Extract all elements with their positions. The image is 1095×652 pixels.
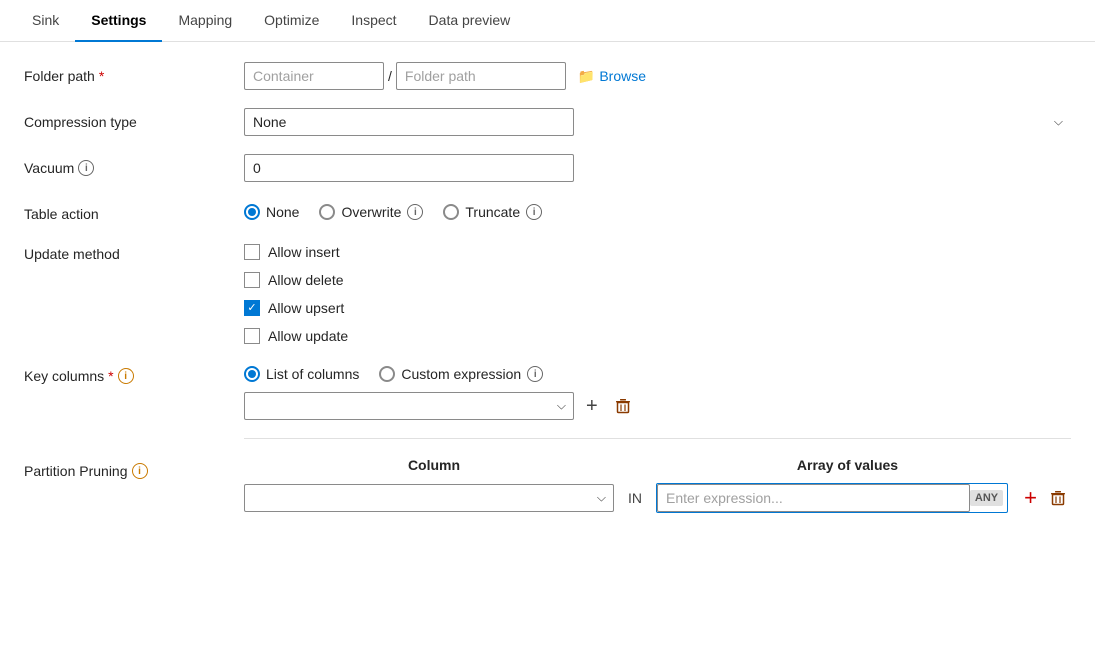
tab-data-preview[interactable]: Data preview: [413, 0, 527, 42]
chevron-down-icon: ⌵: [1054, 115, 1063, 130]
key-columns-radio-group: List of columns Custom expression i: [244, 362, 1071, 382]
compression-type-select[interactable]: None Gzip Bzip2 Deflate ZipDeflate Snapp…: [244, 108, 574, 136]
tab-sink[interactable]: Sink: [16, 0, 75, 42]
allow-delete-box: [244, 272, 260, 288]
table-action-none[interactable]: None: [244, 204, 299, 220]
add-key-column-button[interactable]: +: [582, 393, 602, 420]
truncate-info-icon: i: [526, 204, 542, 220]
folder-path-label: Folder path *: [24, 62, 244, 84]
radio-list-circle: [244, 366, 260, 382]
vacuum-row: Vacuum i: [24, 154, 1071, 182]
trash-icon: [614, 397, 632, 415]
tab-optimize[interactable]: Optimize: [248, 0, 335, 42]
key-columns-info-icon: i: [118, 368, 134, 384]
settings-content: Folder path * / 📁 Browse Compression typ…: [0, 42, 1095, 551]
overwrite-info-icon: i: [407, 204, 423, 220]
partition-trash-icon: [1049, 489, 1067, 507]
tab-bar: Sink Settings Mapping Optimize Inspect D…: [0, 0, 1095, 42]
compression-type-label: Compression type: [24, 108, 244, 130]
allow-update-box: [244, 328, 260, 344]
radio-none-circle: [244, 204, 260, 220]
expression-input[interactable]: [657, 484, 970, 512]
table-action-label: Table action: [24, 200, 244, 222]
partition-column-select[interactable]: [244, 484, 614, 512]
key-columns-required: *: [108, 368, 113, 384]
update-method-checkbox-group: Allow insert Allow delete Allow upsert A…: [244, 240, 1071, 344]
section-divider: [244, 438, 1071, 439]
table-action-truncate[interactable]: Truncate i: [443, 204, 542, 220]
tab-mapping[interactable]: Mapping: [162, 0, 248, 42]
folder-path-row: Folder path * / 📁 Browse: [24, 62, 1071, 90]
allow-delete-checkbox[interactable]: Allow delete: [244, 272, 1071, 288]
folder-icon: 📁: [578, 68, 595, 85]
required-marker: *: [99, 68, 104, 84]
table-action-radio-group: None Overwrite i Truncate i: [244, 200, 1071, 220]
allow-upsert-checkbox[interactable]: Allow upsert: [244, 300, 1071, 316]
custom-expr-info-icon: i: [527, 366, 543, 382]
vacuum-label: Vacuum i: [24, 154, 244, 176]
tab-inspect[interactable]: Inspect: [335, 0, 412, 42]
key-columns-select[interactable]: [244, 392, 574, 420]
allow-update-checkbox[interactable]: Allow update: [244, 328, 1071, 344]
add-partition-button[interactable]: +: [1020, 483, 1041, 513]
compression-type-row: Compression type None Gzip Bzip2 Deflate…: [24, 108, 1071, 136]
key-columns-row: Key columns * i List of columns Custom e…: [24, 362, 1071, 420]
vacuum-input[interactable]: [244, 154, 574, 182]
radio-custom-circle: [379, 366, 395, 382]
partition-info-icon: i: [132, 463, 148, 479]
key-col-custom[interactable]: Custom expression i: [379, 366, 543, 382]
partition-pruning-row: Partition Pruning i Column Array of valu…: [24, 457, 1071, 513]
folder-path-input[interactable]: [396, 62, 566, 90]
vacuum-info-icon: i: [78, 160, 94, 176]
delete-key-column-button[interactable]: [610, 395, 636, 417]
allow-upsert-box: [244, 300, 260, 316]
browse-button[interactable]: 📁 Browse: [570, 64, 654, 89]
update-method-row: Update method Allow insert Allow delete …: [24, 240, 1071, 344]
key-col-list[interactable]: List of columns: [244, 366, 359, 382]
any-badge: ANY: [970, 490, 1003, 506]
container-input[interactable]: [244, 62, 384, 90]
radio-overwrite-circle: [319, 204, 335, 220]
array-of-values-header: Array of values: [624, 457, 1071, 473]
in-label: IN: [622, 490, 648, 506]
allow-insert-checkbox[interactable]: Allow insert: [244, 244, 1071, 260]
update-method-label: Update method: [24, 240, 244, 262]
tab-settings[interactable]: Settings: [75, 0, 162, 42]
delete-partition-button[interactable]: [1045, 487, 1071, 509]
table-action-overwrite[interactable]: Overwrite i: [319, 204, 423, 220]
allow-insert-box: [244, 244, 260, 260]
key-columns-label: Key columns * i: [24, 362, 244, 384]
radio-truncate-circle: [443, 204, 459, 220]
expression-input-wrapper: ANY: [656, 483, 1008, 513]
partition-pruning-label: Partition Pruning i: [24, 457, 244, 479]
table-action-row: Table action None Overwrite i Truncate i: [24, 200, 1071, 222]
column-header: Column: [244, 457, 624, 473]
